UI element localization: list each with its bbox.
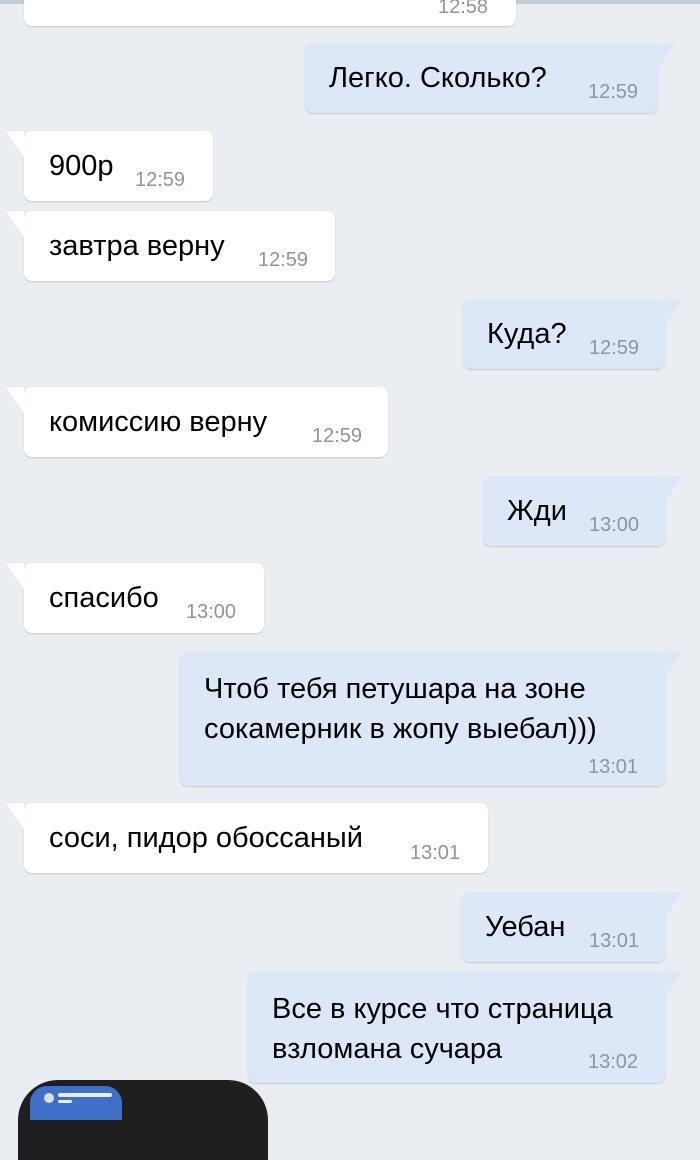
avatar [44,1093,54,1103]
message-time: 12:59 [258,249,309,271]
message-bubble-out[interactable]: Легко. Сколько? 12:59 [305,43,676,113]
message-time: 13:02 [588,1051,639,1073]
message-text: спасибо [49,582,159,614]
message-text: соси, пидор обоссаный [49,822,363,854]
message-bubble-out[interactable]: Все в курсе что страница взломана сучара… [248,971,683,1083]
message-text: Жди [507,495,567,527]
message-text: Куда? [487,318,567,350]
message-time: 13:01 [589,930,640,952]
message-time: 12:58 [438,0,489,18]
floating-chat-head[interactable] [18,1080,268,1160]
message-text: комиссию верну [49,406,268,438]
message-bubble-in[interactable]: соси, пидор обоссаный 13:01 [6,803,488,873]
message-bubble-in[interactable]: 12:58 [24,0,516,26]
preview-line [58,1093,112,1097]
message-text: завтра верну [49,230,225,262]
message-time: 13:00 [589,514,640,536]
message-bubble-out[interactable]: Куда? 12:59 [463,299,683,369]
message-bubble-out[interactable]: Уебан 13:01 [461,892,683,962]
message-bubble-out[interactable]: Чтоб тебя петушара на зоне сокамерник в … [180,651,683,786]
message-bubble-out[interactable]: Жди 13:00 [483,476,683,546]
message-text: Чтоб тебя петушара на зоне сокамерник в … [204,673,597,745]
message-bubble-in[interactable]: 900р 12:59 [6,131,213,201]
message-text: Легко. Сколько? [329,62,547,94]
message-time: 12:59 [589,337,640,359]
message-time: 12:59 [312,425,363,447]
message-bubble-in[interactable]: комиссию верну 12:59 [6,387,388,457]
message-bubble-in[interactable]: спасибо 13:00 [6,563,264,633]
message-time: 13:01 [410,842,461,864]
message-time: 12:59 [135,169,186,191]
message-time: 13:00 [186,601,237,623]
message-text: 900р [49,150,114,182]
preview-line [58,1100,72,1103]
chat-head-preview [30,1086,122,1120]
message-time: 12:59 [588,81,639,103]
message-text: Уебан [485,911,566,943]
message-bubble-in[interactable]: завтра верну 12:59 [6,211,335,281]
message-time: 13:01 [588,756,639,778]
